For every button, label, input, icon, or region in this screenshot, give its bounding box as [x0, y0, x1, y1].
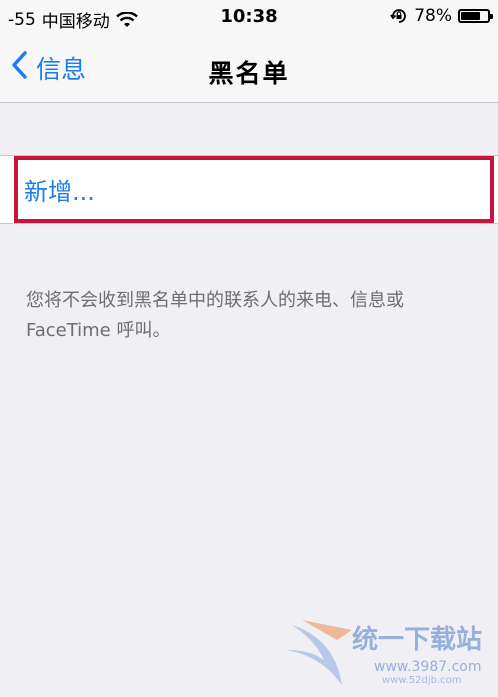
battery-fill	[461, 12, 480, 20]
blocked-list: 新增...	[0, 155, 498, 224]
watermark-url-secondary: www.52djb.com	[382, 675, 462, 686]
status-bar: -55 中国移动 10:38 78%	[0, 0, 498, 36]
watermark-logo: 统一下载站 www.3987.com www.52djb.com	[282, 615, 492, 695]
navigation-bar: 信息 黑名单	[0, 36, 498, 103]
add-new-button[interactable]: 新增...	[14, 156, 494, 223]
page-title: 黑名单	[208, 59, 290, 88]
watermark-url: www.3987.com	[374, 659, 482, 675]
rotation-lock-icon	[390, 7, 408, 25]
battery-icon	[458, 9, 493, 23]
battery-percent: 78%	[414, 6, 452, 26]
watermark-brand: 统一下载站	[352, 625, 483, 655]
status-right: 78%	[390, 6, 493, 26]
footer-note: 您将不会收到黑名单中的联系人的来电、信息或 FaceTime 呼叫。	[26, 290, 404, 341]
